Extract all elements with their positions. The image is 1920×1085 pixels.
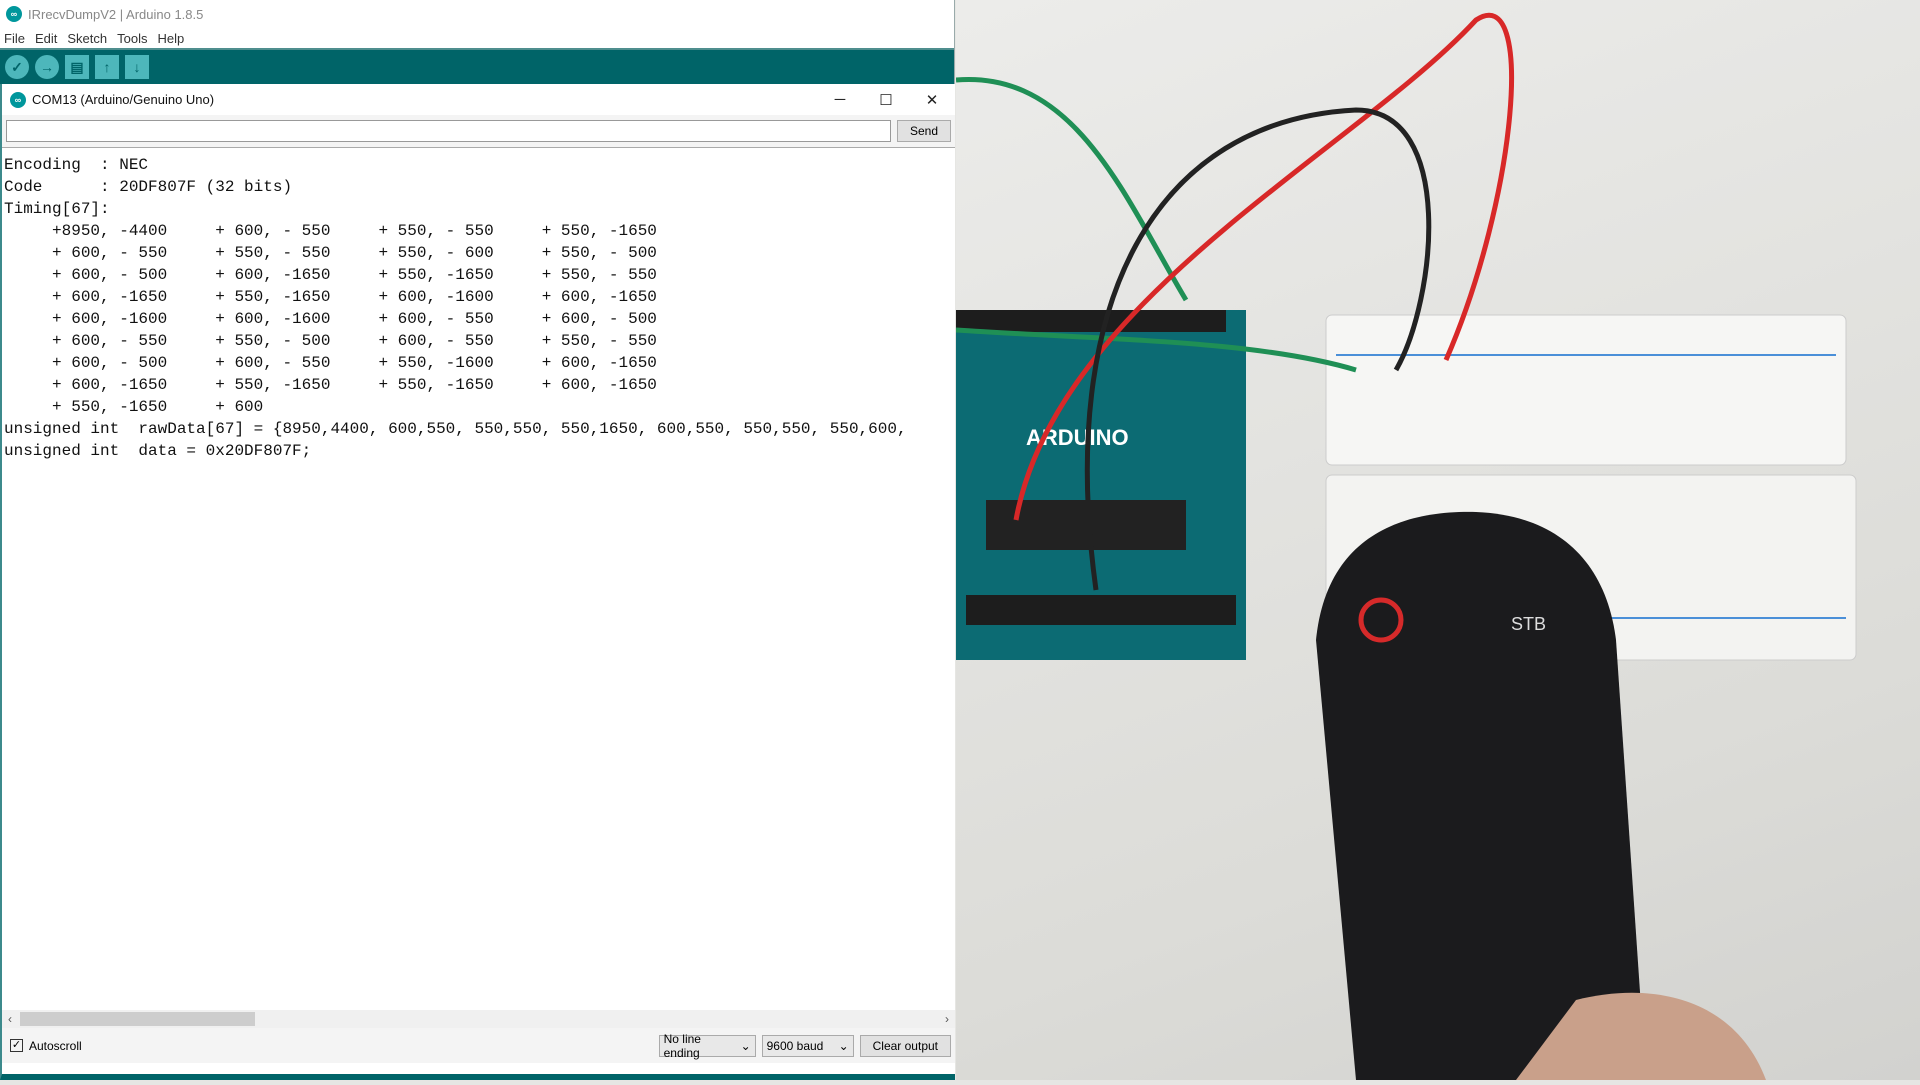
maximize-icon[interactable]: ☐ bbox=[863, 91, 909, 109]
chevron-down-icon: ⌄ bbox=[740, 1038, 751, 1053]
serial-output: Encoding : NEC Code : 20DF807F (32 bits) T… bbox=[2, 147, 955, 1010]
menu-bar: File Edit Sketch Tools Help bbox=[0, 28, 954, 50]
serial-monitor-window: ∞ COM13 (Arduino/Genuino Uno) ─ ☐ ✕ Send… bbox=[0, 84, 955, 1080]
menu-sketch[interactable]: Sketch bbox=[67, 31, 107, 46]
scroll-left-icon[interactable]: ‹ bbox=[8, 1012, 12, 1026]
photo-illustration: ARDUINO STB bbox=[955, 12, 1857, 1080]
menu-file[interactable]: File bbox=[4, 31, 25, 46]
minimize-icon[interactable]: ─ bbox=[817, 91, 863, 109]
baud-value: 9600 baud bbox=[766, 1038, 824, 1053]
line-ending-select[interactable]: No line ending ⌄ bbox=[658, 1031, 756, 1060]
output-line: + 600, -1650 + 550, -1650 + 550, -1650 +… bbox=[4, 376, 657, 394]
baud-select[interactable]: 9600 baud ⌄ bbox=[761, 1034, 854, 1057]
autoscroll-checkbox[interactable]: ✓ bbox=[10, 1039, 23, 1052]
toolbar: ✓ → ▤ ↑ ↓ bbox=[0, 50, 954, 84]
output-line: +8950, -4400 + 600, - 550 + 550, - 550 +… bbox=[4, 222, 657, 240]
chevron-down-icon: ⌄ bbox=[838, 1038, 849, 1053]
output-line: + 600, - 550 + 550, - 500 + 600, - 550 +… bbox=[4, 332, 657, 350]
upload-icon[interactable]: → bbox=[35, 55, 59, 79]
scroll-thumb[interactable] bbox=[20, 1012, 255, 1026]
output-line: + 600, - 550 + 550, - 550 + 550, - 600 +… bbox=[4, 244, 657, 262]
output-line: unsigned int data = 0x20DF807F; bbox=[4, 442, 312, 460]
title-bar: ∞ IRrecvDumpV2 | Arduino 1.8.5 bbox=[0, 0, 954, 28]
verify-icon[interactable]: ✓ bbox=[5, 55, 29, 79]
window-title: IRrecvDumpV2 | Arduino 1.8.5 bbox=[28, 6, 204, 22]
line-ending-value: No line ending bbox=[663, 1031, 701, 1060]
output-line: + 600, -1600 + 600, -1600 + 600, - 550 +… bbox=[4, 310, 657, 328]
menu-tools[interactable]: Tools bbox=[117, 31, 147, 46]
photo-arduino-ir-remote: ARDUINO STB bbox=[955, 0, 1920, 1080]
output-line: + 550, -1650 + 600 bbox=[4, 398, 264, 416]
scroll-right-icon[interactable]: › bbox=[945, 1012, 949, 1026]
arduino-logo-icon: ∞ bbox=[6, 6, 22, 22]
ir-remote bbox=[1316, 511, 1646, 1080]
output-line: Code : 20DF807F (32 bits) bbox=[4, 178, 293, 196]
menu-edit[interactable]: Edit bbox=[35, 31, 57, 46]
arduino-logo-icon: ∞ bbox=[10, 91, 26, 108]
horizontal-scrollbar[interactable]: ‹ › bbox=[2, 1010, 955, 1028]
output-line: Timing[67]: bbox=[4, 200, 110, 218]
svg-text:STB: STB bbox=[1511, 614, 1546, 634]
output-line: unsigned int rawData[67] = {8950,4400, 6… bbox=[4, 420, 907, 438]
serial-input[interactable] bbox=[6, 120, 891, 142]
new-icon[interactable]: ▤ bbox=[65, 55, 89, 79]
open-icon[interactable]: ↑ bbox=[95, 55, 119, 79]
output-line: + 600, -1650 + 550, -1650 + 600, -1600 +… bbox=[4, 288, 657, 306]
output-line: + 600, - 500 + 600, - 550 + 550, -1600 +… bbox=[4, 354, 657, 372]
output-line: Encoding : NEC bbox=[4, 156, 149, 174]
send-button[interactable]: Send bbox=[896, 120, 951, 142]
output-line: + 600, - 500 + 600, -1650 + 550, -1650 +… bbox=[4, 266, 657, 284]
close-icon[interactable]: ✕ bbox=[909, 91, 955, 109]
serial-title-bar: ∞ COM13 (Arduino/Genuino Uno) ─ ☐ ✕ bbox=[2, 84, 955, 115]
serial-title: COM13 (Arduino/Genuino Uno) bbox=[32, 92, 215, 107]
clear-output-button[interactable]: Clear output bbox=[859, 1034, 951, 1057]
menu-help[interactable]: Help bbox=[157, 31, 184, 46]
breadboard-top bbox=[1325, 314, 1847, 466]
save-icon[interactable]: ↓ bbox=[125, 55, 149, 79]
autoscroll-label: Autoscroll bbox=[29, 1038, 82, 1053]
